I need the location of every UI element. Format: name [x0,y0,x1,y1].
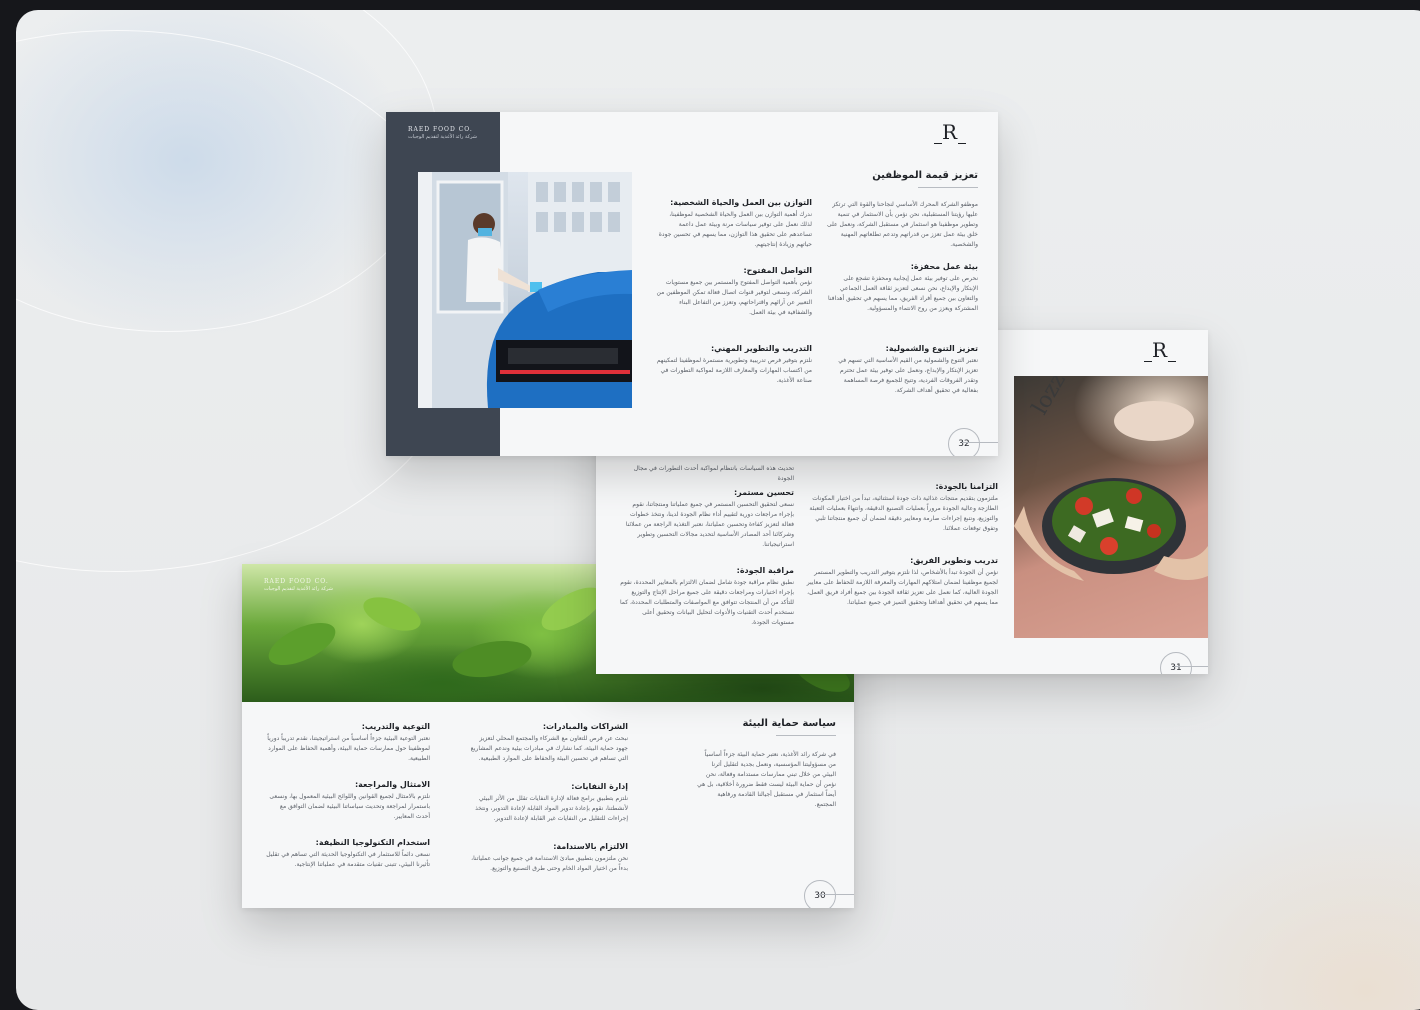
section-block: تحسين مستمر: نسعى لتحقيق التحسين المستمر … [625,488,794,548]
page-number-line [962,442,998,443]
section-block: التوعية والتدريب: نعتبر التوعية البيئية ج… [267,722,430,762]
brand-logo: R [1144,338,1177,362]
section-title: سياسة حماية البيئة [696,718,836,736]
svg-text:lozz: lozz [1028,376,1071,419]
drive-through-service-photo [418,172,632,408]
section-block: التزامنا بالجودة: ملتزمون بتقديم منتجات غ… [809,482,998,532]
section-block: التدريب والتطوير المهني: نلتزم بتوفير فرص… [656,344,812,384]
page-number: 31 [1160,652,1192,674]
top-line: تحديث هذه السياسات بانتظام لمواكبة أحدث … [633,465,794,482]
page-number-line [1174,666,1208,667]
section-block: الشراكات والمبادرات: نبحث عن فرص للتعاون … [470,722,628,762]
section-block: التوازن بين العمل والحياة الشخصية: ندرك أ… [658,198,812,248]
presentation-frame: RAED FOOD CO. شركة رائد الأغذية لتقديم ا… [16,10,1420,1010]
section-block: بيئة عمل محفزة: نحرص على توفير بيئة عمل إ… [828,262,978,312]
salad-bowl-photo: lozz [1014,376,1208,638]
brand-name-en: RAED FOOD CO. [264,578,329,585]
brochure-page-32: RAED FOOD CO. شركة رائد الأغذية لتقديم ا… [386,112,998,456]
intro-paragraph: موظفو الشركة المحرك الأساسي لنجاحنا والق… [826,201,978,248]
section-block: الالتزام بالاستدامة: نحن ملتزمون بتطبيق م… [471,842,628,872]
section-block: إدارة النفايات: نلتزم بتطبيق برامج فعالة … [475,782,628,822]
section-block: استخدام التكنولوجيا النظيفة: نسعى دائماً … [266,838,430,868]
page-number-line [818,894,854,895]
brand-name-ar: شركة رائد الأغذية لتقديم الوجبات [264,586,333,592]
section-block: التواصل المفتوح: نؤمن بأهمية التواصل المف… [656,266,812,316]
section-title: تعزيز قيمة الموظفين [836,170,978,188]
brand-logo: R [934,120,967,144]
intro-paragraph: في شركة رائد الأغذية، نعتبر حماية البيئة… [697,751,836,808]
section-block: تعزيز التنوع والشمولية: نعتبر التنوع والش… [838,344,978,394]
brand-name-ar: شركة رائد الأغذية لتقديم الوجبات [408,134,477,140]
section-block: تدريب وتطوير الفريق: نؤمن أن الجودة تبدأ … [806,556,998,606]
brand-name-en: RAED FOOD CO. [408,126,473,133]
section-block: مراقبة الجودة: نطبق نظام مراقبة جودة شامل… [619,566,794,626]
section-block: الامتثال والمراجعة: نلتزم بالامتثال لجميع… [269,780,430,820]
